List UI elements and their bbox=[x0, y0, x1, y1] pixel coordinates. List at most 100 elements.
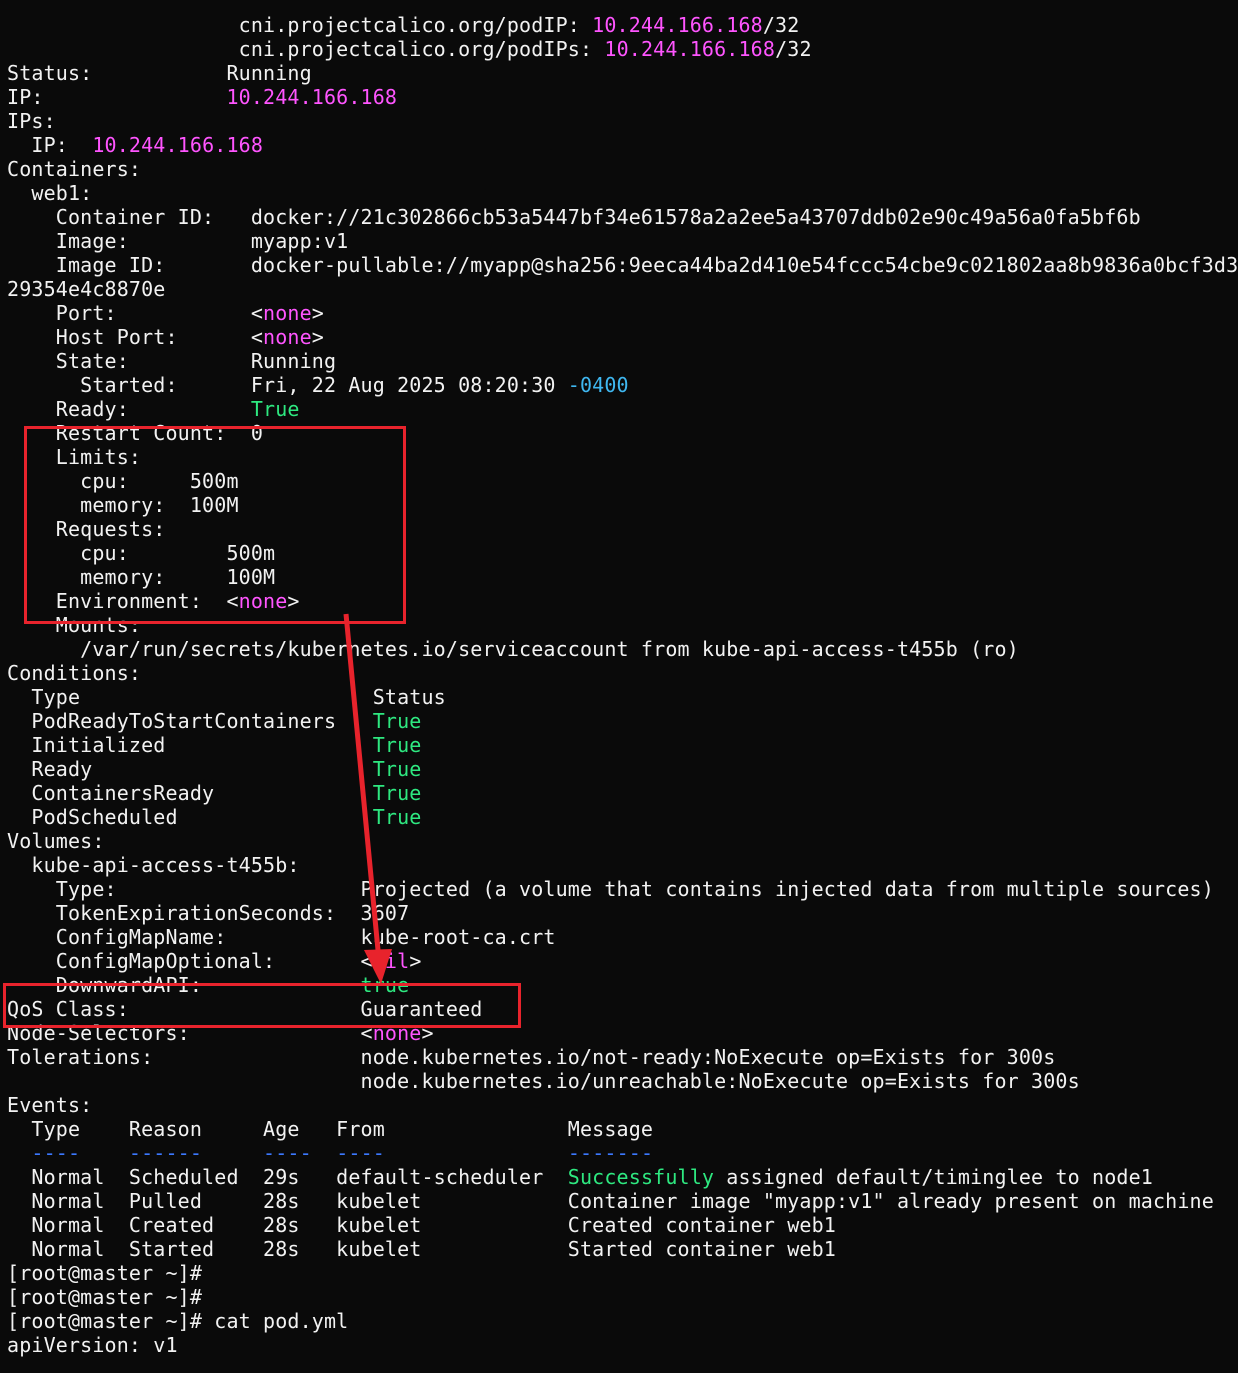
terminal-text-segment: Mounts: bbox=[7, 613, 142, 637]
terminal-line: Status: Running bbox=[7, 61, 1238, 85]
terminal-text-segment: Type Status bbox=[7, 685, 446, 709]
terminal-line: IP: 10.244.166.168 bbox=[7, 133, 1238, 157]
terminal-line: State: Running bbox=[7, 349, 1238, 373]
terminal-text-segment: ---- bbox=[336, 1141, 385, 1165]
terminal-line: Type Reason Age From Message bbox=[7, 1117, 1238, 1141]
terminal-line: Node-Selectors: <none> bbox=[7, 1021, 1238, 1045]
terminal-line: ConfigMapOptional: <nil> bbox=[7, 949, 1238, 973]
terminal-text-segment: Restart Count: 0 bbox=[7, 421, 264, 445]
terminal-text-segment: PodScheduled bbox=[7, 805, 373, 829]
terminal-text-segment: Ready: bbox=[7, 397, 251, 421]
terminal-line: Conditions: bbox=[7, 661, 1238, 685]
terminal-text-segment: Normal Started 28s kubelet Started conta… bbox=[7, 1237, 836, 1261]
terminal-text-segment: True bbox=[372, 781, 422, 805]
terminal-text-segment: Normal Scheduled 29s default-scheduler bbox=[7, 1165, 568, 1189]
terminal-text-segment: Normal Created 28s kubelet Created conta… bbox=[7, 1213, 836, 1237]
terminal-line: memory: 100M bbox=[7, 565, 1238, 589]
terminal-line: Events: bbox=[7, 1093, 1238, 1117]
terminal-line: cpu: 500m bbox=[7, 541, 1238, 565]
terminal-line: [root@master ~]# bbox=[7, 1285, 1238, 1309]
terminal-text-segment: -0400 bbox=[567, 373, 629, 397]
terminal-text-segment: True bbox=[372, 709, 422, 733]
terminal-text-segment: > bbox=[311, 325, 324, 349]
terminal-text-segment: cni.projectcalico.org/podIPs: bbox=[7, 37, 605, 61]
terminal-text-segment: Type Reason Age From Message bbox=[7, 1117, 654, 1141]
terminal-text-segment: True bbox=[372, 757, 422, 781]
terminal-line: DownwardAPI: true bbox=[7, 973, 1238, 997]
terminal-text-segment: > bbox=[409, 949, 422, 973]
terminal-line: ContainersReady True bbox=[7, 781, 1238, 805]
terminal-text-segment: Normal Pulled 28s kubelet Container imag… bbox=[7, 1189, 1214, 1213]
terminal-line: Tolerations: node.kubernetes.io/not-read… bbox=[7, 1045, 1238, 1069]
terminal-line: IP: 10.244.166.168 bbox=[7, 85, 1238, 109]
terminal-text-segment: 10.244.166.168 bbox=[604, 37, 776, 61]
terminal-line: cni.projectcalico.org/podIP: 10.244.166.… bbox=[7, 13, 1238, 37]
terminal-text-segment: Limits: bbox=[7, 445, 142, 469]
terminal-text-segment: IPs: bbox=[7, 109, 56, 133]
terminal-line: node.kubernetes.io/unreachable:NoExecute… bbox=[7, 1069, 1238, 1093]
terminal-text-segment: Events: bbox=[7, 1093, 93, 1117]
terminal-text-segment: nil bbox=[372, 949, 410, 973]
terminal-text-segment: Status: Running bbox=[7, 61, 312, 85]
terminal-text-segment: > bbox=[421, 1021, 434, 1045]
terminal-text-segment: Volumes: bbox=[7, 829, 105, 853]
terminal-line: Type: Projected (a volume that contains … bbox=[7, 877, 1238, 901]
terminal-line: ---- ------ ---- ---- ------- bbox=[7, 1141, 1238, 1165]
terminal-text-segment: apiVersion: v1 bbox=[7, 1333, 178, 1357]
terminal-text-segment: none bbox=[238, 589, 288, 613]
terminal-text-segment: QoS Class: Guaranteed bbox=[7, 997, 483, 1021]
terminal-line: cni.projectcalico.org/podIPs: 10.244.166… bbox=[7, 37, 1238, 61]
terminal-text-segment: True bbox=[250, 397, 300, 421]
terminal-line: Volumes: bbox=[7, 829, 1238, 853]
terminal-text-segment: True bbox=[372, 805, 422, 829]
terminal-text-segment: Port: < bbox=[7, 301, 264, 325]
terminal-text-segment: State: Running bbox=[7, 349, 337, 373]
terminal-text-segment: 10.244.166.168 bbox=[226, 85, 398, 109]
terminal-text-segment: /32 bbox=[775, 37, 812, 61]
terminal-text-segment: true bbox=[360, 973, 410, 997]
terminal-text-segment: node.kubernetes.io/unreachable:NoExecute… bbox=[7, 1069, 1080, 1093]
terminal-text-segment: none bbox=[263, 325, 312, 349]
terminal-text-segment: none bbox=[263, 301, 312, 325]
terminal-output[interactable]: cni.projectcalico.org/podIP: 10.244.166.… bbox=[7, 13, 1238, 1357]
terminal-text-segment: TokenExpirationSeconds: 3607 bbox=[7, 901, 410, 925]
terminal-line: PodReadyToStartContainers True bbox=[7, 709, 1238, 733]
terminal-line: memory: 100M bbox=[7, 493, 1238, 517]
terminal-line: Containers: bbox=[7, 157, 1238, 181]
terminal-line: Normal Pulled 28s kubelet Container imag… bbox=[7, 1189, 1238, 1213]
terminal-line: Environment: <none> bbox=[7, 589, 1238, 613]
terminal-text-segment: cpu: 500m bbox=[7, 469, 239, 493]
terminal-text-segment: Ready bbox=[7, 757, 373, 781]
terminal-line: Ready: True bbox=[7, 397, 1238, 421]
terminal-text-segment: Initialized bbox=[7, 733, 373, 757]
terminal-text-segment: [root@master ~]# bbox=[7, 1261, 203, 1285]
terminal-text-segment: [root@master ~]# cat pod.yml bbox=[7, 1309, 349, 1333]
terminal-text-segment: /32 bbox=[762, 13, 800, 37]
terminal-text-segment: cni.projectcalico.org/podIP: bbox=[7, 13, 593, 37]
terminal-text-segment: ContainersReady bbox=[7, 781, 373, 805]
terminal-line: ConfigMapName: kube-root-ca.crt bbox=[7, 925, 1238, 949]
terminal-line: TokenExpirationSeconds: 3607 bbox=[7, 901, 1238, 925]
terminal-text-segment: > bbox=[287, 589, 300, 613]
terminal-line: Requests: bbox=[7, 517, 1238, 541]
terminal-line: Started: Fri, 22 Aug 2025 08:20:30 -0400 bbox=[7, 373, 1238, 397]
terminal-text-segment: assigned default/timinglee to node1 bbox=[714, 1165, 1153, 1189]
terminal-text-segment: Successfully bbox=[567, 1165, 715, 1189]
terminal-text-segment: ConfigMapName: kube-root-ca.crt bbox=[7, 925, 556, 949]
terminal-line: Normal Created 28s kubelet Created conta… bbox=[7, 1213, 1238, 1237]
terminal-line: Normal Scheduled 29s default-scheduler S… bbox=[7, 1165, 1238, 1189]
terminal-line: Restart Count: 0 bbox=[7, 421, 1238, 445]
terminal-text-segment: Containers: bbox=[7, 157, 142, 181]
terminal-text-segment: Type: Projected (a volume that contains … bbox=[7, 877, 1214, 901]
terminal-line: Mounts: bbox=[7, 613, 1238, 637]
terminal-line: Initialized True bbox=[7, 733, 1238, 757]
terminal-text-segment: Requests: bbox=[7, 517, 166, 541]
terminal-text-segment: IP: bbox=[7, 85, 227, 109]
terminal-text-segment: Conditions: bbox=[7, 661, 142, 685]
terminal-line: kube-api-access-t455b: bbox=[7, 853, 1238, 877]
terminal-text-segment: Host Port: < bbox=[7, 325, 264, 349]
